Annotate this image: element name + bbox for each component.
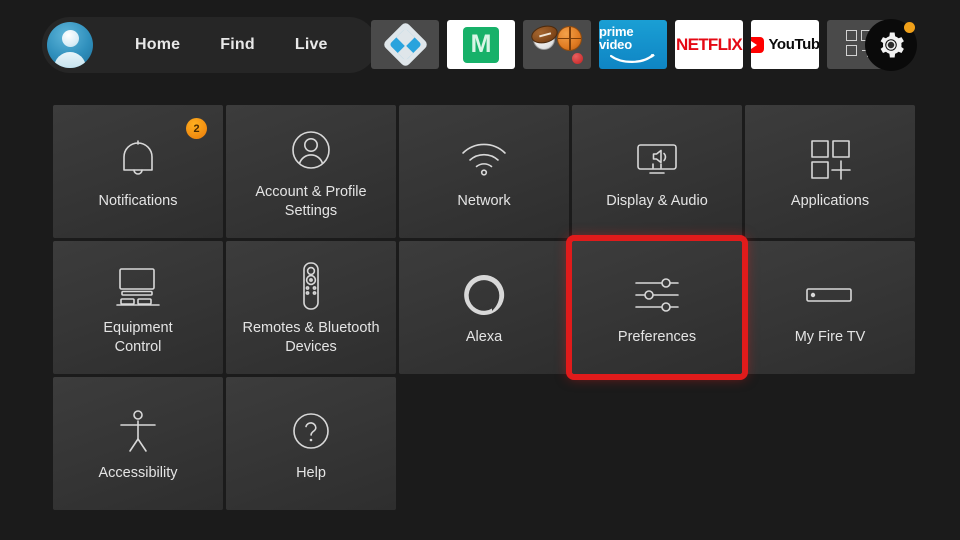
tile-preferences[interactable]: Preferences (566, 235, 748, 380)
nav-item-find[interactable]: Find (200, 36, 275, 54)
app-squares-plus-icon (807, 132, 853, 186)
nav-item-home[interactable]: Home (115, 36, 200, 54)
question-circle-icon (288, 404, 334, 458)
app-shortcuts: M prime video NETFLIX YouTub (371, 20, 903, 69)
app-tile-kodi[interactable] (371, 20, 439, 69)
prime-video-icon: prime video (599, 25, 667, 64)
alexa-glyph (464, 275, 505, 316)
tile-display-audio[interactable]: Display & Audio (572, 105, 742, 238)
tile-label: Help (296, 465, 326, 482)
profile-avatar[interactable] (47, 22, 93, 68)
notifications-badge: 2 (186, 118, 207, 139)
tile-label: Equipment Control (103, 320, 173, 355)
sliders-icon (631, 268, 683, 322)
m-app-letter: M (470, 30, 492, 58)
tile-row-2: Equipment Control Remotes & Bluetooth De… (53, 235, 915, 380)
tile-row-1: 2 Notifications Account & Profile Settin… (53, 105, 915, 238)
tile-help[interactable]: Help (226, 377, 396, 510)
nav-pill: Home Find Live (42, 17, 377, 73)
person-circle-icon (287, 123, 335, 177)
tile-accessibility[interactable]: Accessibility (53, 377, 223, 510)
settings-gear-button[interactable] (865, 19, 917, 71)
tile-account-profile-settings[interactable]: Account & Profile Settings (226, 105, 396, 238)
avatar-head (61, 29, 79, 47)
gear-icon (880, 32, 904, 58)
tile-applications[interactable]: Applications (745, 105, 915, 238)
app-tile-sports[interactable] (523, 20, 591, 69)
alexa-ring-icon (461, 268, 507, 322)
tile-notifications[interactable]: 2 Notifications (53, 105, 223, 238)
accessibility-person-icon (117, 404, 159, 458)
fire-tv-settings-screen: Home Find Live M prime video NETFLIX You… (0, 0, 960, 540)
app-tile-youtube[interactable]: YouTube (751, 20, 819, 69)
youtube-play-icon (751, 36, 765, 53)
youtube-label: YouTube (768, 36, 819, 53)
settings-notification-dot (904, 22, 915, 33)
nav-links: Home Find Live (115, 36, 348, 54)
kodi-icon (381, 21, 429, 68)
bell-icon (116, 132, 160, 186)
tile-label: My Fire TV (794, 329, 866, 346)
netflix-logo: NETFLIX (676, 34, 743, 54)
tile-my-fire-tv[interactable]: My Fire TV (745, 241, 915, 374)
tile-label: Remotes & Bluetooth Devices (242, 320, 380, 355)
tile-label: Network (457, 193, 511, 210)
tile-alexa[interactable]: Alexa (399, 241, 569, 374)
tile-label: Account & Profile Settings (255, 184, 367, 219)
wifi-icon (459, 132, 509, 186)
app-tile-netflix[interactable]: NETFLIX (675, 20, 743, 69)
nav-item-live[interactable]: Live (275, 36, 348, 54)
m-app-icon: M (463, 26, 499, 63)
top-navigation-bar: Home Find Live M prime video NETFLIX You… (0, 0, 960, 90)
tile-label: Alexa (465, 329, 503, 346)
tile-label: Accessibility (98, 465, 178, 482)
app-tile-prime-video[interactable]: prime video (599, 20, 667, 69)
avatar-body (54, 52, 86, 68)
tv-soundbar-icon (112, 259, 164, 313)
tile-label: Applications (790, 193, 870, 210)
tile-equipment-control[interactable]: Equipment Control (53, 241, 223, 374)
tv-speaker-icon (632, 132, 682, 186)
tile-label: Display & Audio (606, 193, 708, 210)
fire-tv-stick-icon (804, 268, 856, 322)
settings-tile-grid: 2 Notifications Account & Profile Settin… (53, 105, 915, 513)
amazon-smile-icon (610, 53, 655, 63)
remote-control-icon (299, 259, 323, 313)
tile-remotes-bluetooth-devices[interactable]: Remotes & Bluetooth Devices (226, 241, 396, 374)
tile-label: Preferences (617, 329, 697, 346)
sports-icon (529, 22, 583, 64)
app-tile-m-app[interactable]: M (447, 20, 515, 69)
tile-label: Notifications (98, 193, 178, 210)
tile-row-3: Accessibility Help (53, 377, 906, 510)
tile-network[interactable]: Network (399, 105, 569, 238)
youtube-logo: YouTube (751, 36, 819, 53)
prime-video-label: prime video (599, 24, 634, 52)
